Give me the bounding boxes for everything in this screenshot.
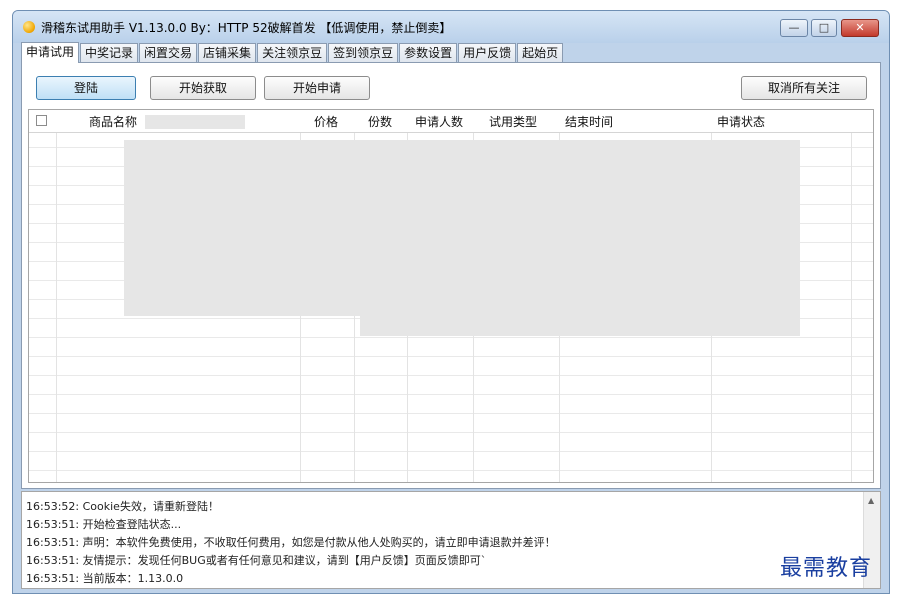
column-header-apply-status[interactable]: 申请状态 [717,113,765,130]
log-line: 16:53:51: 友情提示：发现任何BUG或者有任何意见和建议，请到【用户反馈… [26,554,487,567]
minimize-icon: — [788,21,800,34]
tab-bar: 申请试用 中奖记录 闲置交易 店铺采集 关注领京豆 签到领京豆 参数设置 用户反… [21,42,564,63]
maximize-button[interactable]: □ [811,19,837,37]
watermark-text: 最需教育 [780,556,873,581]
log-output[interactable]: 16:53:52: Cookie失效，请重新登陆！ 16:53:51: 开始检查… [21,491,881,589]
tab-shop-collect[interactable]: 店铺采集 [198,43,257,62]
close-button[interactable]: ✕ [841,19,879,37]
column-divider [56,110,57,482]
column-header-quantity[interactable]: 份数 [368,113,392,130]
redacted-area [124,140,800,316]
column-header-price[interactable]: 价格 [314,113,338,130]
select-all-checkbox[interactable] [36,115,47,126]
tab-signin-beans[interactable]: 签到领京豆 [328,43,399,62]
redacted-area [360,314,800,336]
redacted-area [145,115,245,129]
column-header-end-time[interactable]: 结束时间 [565,113,613,130]
trial-items-table[interactable]: 商品名称 价格 份数 申请人数 试用类型 结束时间 申请状态 [28,109,874,483]
title-bar[interactable]: 滑稽东试用助手 V1.13.0.0 By：HTTP 52破解首发 【低调使用，禁… [13,11,889,43]
maximize-icon: □ [818,21,830,34]
tab-start-page[interactable]: 起始页 [517,43,564,62]
start-apply-button[interactable]: 开始申请 [264,76,370,100]
tab-feedback[interactable]: 用户反馈 [458,43,517,62]
column-header-applicants[interactable]: 申请人数 [415,113,463,130]
log-line: 16:53:52: Cookie失效，请重新登陆！ [26,500,219,513]
unfollow-all-button[interactable]: 取消所有关注 [741,76,867,100]
log-line: 16:53:51: 声明：本软件免费使用，不收取任何费用，如您是付款从他人处购买… [26,536,556,549]
column-divider [851,110,852,482]
tab-winning-records[interactable]: 中奖记录 [80,43,139,62]
window-title: 滑稽东试用助手 V1.13.0.0 By：HTTP 52破解首发 【低调使用，禁… [41,21,452,35]
tab-settings[interactable]: 参数设置 [399,43,458,62]
app-window: 滑稽东试用助手 V1.13.0.0 By：HTTP 52破解首发 【低调使用，禁… [12,10,890,594]
tab-apply-trial[interactable]: 申请试用 [21,42,80,63]
column-header-product-name[interactable]: 商品名称 [89,113,137,130]
tab-follow-beans[interactable]: 关注领京豆 [257,43,328,62]
column-header-trial-type[interactable]: 试用类型 [489,113,537,130]
login-button[interactable]: 登陆 [36,76,136,100]
scroll-up-icon[interactable]: ▲ [868,496,874,505]
start-fetch-button[interactable]: 开始获取 [150,76,256,100]
log-line: 16:53:51: 当前版本：1.13.0.0 [26,572,184,585]
minimize-button[interactable]: — [780,19,808,37]
tab-idle-trade[interactable]: 闲置交易 [139,43,198,62]
close-icon: ✕ [855,21,865,34]
apply-trial-panel: 登陆 开始获取 开始申请 取消所有关注 商品名称 价格 份数 申请人数 试用类型… [21,62,881,489]
log-line: 16:53:51: 开始检查登陆状态... [26,518,182,531]
app-icon [23,21,35,33]
